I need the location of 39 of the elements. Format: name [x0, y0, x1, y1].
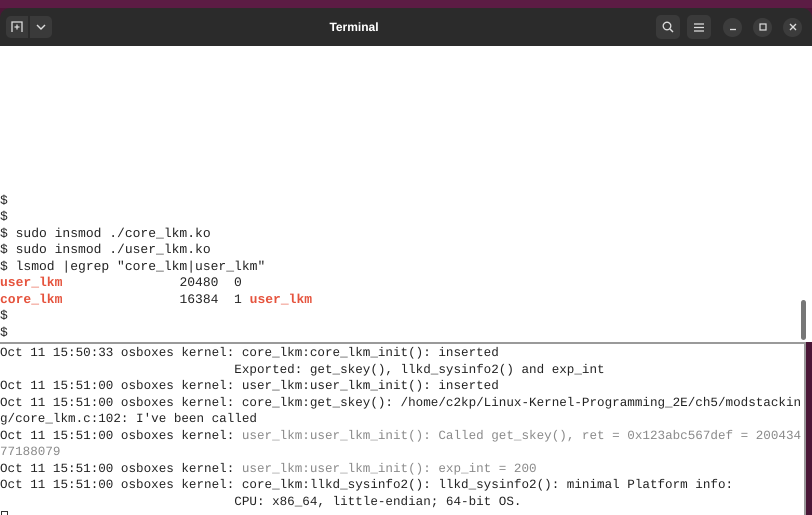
menu-button[interactable] [687, 15, 711, 39]
terminal-text: 16384 1 [178, 292, 243, 306]
terminal-text: Oct 11 15:50:33 osboxes kernel: core_lkm:core_lkm_init(): inserted [0, 346, 499, 360]
terminal-text: Oct 11 15:51:00 osboxes kernel: user_lkm:user_lkm_init(): inserted [0, 379, 499, 393]
terminal-text: Oct 11 15:51:00 osboxes kernel: [0, 428, 236, 442]
terminal-text: $ [0, 209, 8, 224]
terminal-text: CPU: x86_64, little-endian; 64-bit OS. [233, 494, 522, 508]
terminal-text: $ lsmod |egrep "core_lkm|user_lkm" [0, 258, 266, 274]
close-icon [788, 23, 796, 31]
terminal-text: $ sudo insmod ./core_lkm.ko [0, 226, 211, 240]
terminal-text: Oct 11 15:51:00 osboxes kernel: core_lkm:get_skey(): /home/c2kp/Linux-Kernel-Programming_2E/ch5/modstackin [0, 396, 802, 410]
terminal-text: user_lkm:user_lkm_init(): Called get_skey(), ret = 0x123abc567def = 200434 [242, 428, 802, 442]
terminal-text: core_lkm [0, 292, 62, 306]
dropdown-button[interactable] [30, 16, 52, 38]
search-button[interactable] [656, 15, 680, 39]
terminal-text: user_lkm [0, 275, 62, 290]
close-button[interactable] [783, 18, 802, 36]
new-tab-icon [11, 21, 23, 33]
terminal-text: user_lkm:user_lkm_init(): exp_int = 200 [242, 462, 537, 476]
search-icon [662, 21, 674, 33]
terminal-text: $ [0, 308, 8, 323]
terminal-text: $ [0, 192, 8, 208]
new-tab-button[interactable] [6, 16, 28, 38]
caret-icon [36, 24, 46, 30]
scrollbar-thumb[interactable] [801, 300, 806, 340]
terminal-text: Oct 11 15:51:00 osboxes kernel: core_lkm:llkd_sysinfo2(): llkd_sysinfo2(): minimal Platform info: [0, 478, 734, 492]
terminal-text: $ [0, 324, 8, 340]
terminal-text: Exported: get_skey(), llkd_sysinfo2() and exp_int [233, 362, 605, 376]
minimize-button[interactable] [723, 18, 742, 36]
terminal-text: $ sudo insmod ./user_lkm.ko [0, 242, 211, 257]
terminal-text: 20480 0 [178, 275, 242, 290]
terminal-text: 77188079 [0, 445, 60, 459]
maximize-button[interactable] [753, 18, 772, 36]
terminal-text: Oct 11 15:51:00 osboxes kernel: [0, 462, 236, 476]
maximize-icon [758, 23, 766, 31]
terminal-text: user_lkm [250, 292, 312, 306]
menu-icon [694, 22, 704, 32]
window-title: Terminal [328, 19, 380, 36]
terminal-text: g/core_lkm.c:102: I've been called [0, 412, 257, 426]
